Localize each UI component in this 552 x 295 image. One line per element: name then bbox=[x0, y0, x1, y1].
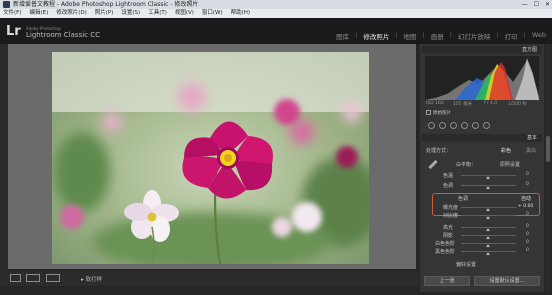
tint-value[interactable]: 0 bbox=[526, 182, 529, 187]
menu-develop[interactable]: 修改照片(D) bbox=[56, 9, 87, 18]
reset-defaults-button[interactable]: 设置默认设置... bbox=[474, 276, 540, 286]
menu-tools[interactable]: 工具(T) bbox=[148, 9, 167, 18]
menu-view[interactable]: 视图(V) bbox=[175, 9, 194, 18]
blacks-value[interactable]: 0 bbox=[526, 248, 529, 253]
red-eye-icon[interactable] bbox=[450, 122, 457, 129]
presence-label: 偏好设置 bbox=[456, 262, 477, 268]
module-slideshow[interactable]: 幻灯片放映 bbox=[458, 31, 491, 41]
title-bar: 新增爱普文教程 - Adobe Photoshop Lightroom Clas… bbox=[0, 0, 552, 9]
main-photo[interactable] bbox=[52, 52, 369, 264]
histogram bbox=[425, 56, 539, 100]
module-book[interactable]: 画册 bbox=[431, 31, 444, 41]
scrollbar-thumb[interactable] bbox=[546, 136, 550, 162]
original-photo-checkbox[interactable] bbox=[426, 110, 431, 115]
brush-tool-icon[interactable] bbox=[483, 122, 490, 129]
temp-slider-thumb[interactable] bbox=[486, 176, 490, 179]
histo-iso: ISO 160 bbox=[426, 101, 444, 106]
menu-edit[interactable]: 编辑(E) bbox=[29, 9, 48, 18]
before-after-icon[interactable] bbox=[26, 274, 40, 282]
loupe-view-icon[interactable] bbox=[10, 274, 21, 282]
histo-aperture: f / 4.0 bbox=[484, 101, 498, 106]
module-library[interactable]: 图库 bbox=[336, 31, 349, 41]
graduated-filter-icon[interactable] bbox=[461, 122, 468, 129]
app-icon bbox=[3, 1, 10, 8]
whites-value[interactable]: 0 bbox=[526, 240, 529, 245]
maximize-button[interactable]: ☐ bbox=[534, 0, 539, 9]
histo-shutter: 1/500 秒 bbox=[508, 102, 527, 107]
tone-label: 色调 bbox=[458, 196, 469, 202]
wb-value[interactable]: 原照设置 bbox=[500, 161, 520, 168]
flower-photo bbox=[52, 52, 369, 264]
module-separator: | bbox=[449, 31, 452, 39]
radial-filter-icon[interactable] bbox=[472, 122, 479, 129]
blacks-label: 黑色色阶 bbox=[435, 249, 456, 255]
exposure-label: 曝光度 bbox=[443, 205, 459, 211]
histogram-header[interactable]: 直方图 bbox=[422, 46, 542, 54]
histogram-graph bbox=[425, 58, 539, 100]
soft-proofing-toggle[interactable]: ▸ 软打样 bbox=[81, 275, 102, 283]
histogram-title: 直方图 bbox=[521, 47, 537, 53]
highlights-label: 高光 bbox=[443, 225, 454, 231]
previous-button[interactable]: 上一张 bbox=[424, 276, 470, 286]
close-button[interactable]: ✕ bbox=[545, 0, 550, 9]
tone-auto-button[interactable]: 自动 bbox=[521, 195, 531, 202]
lightroom-logo: Lr bbox=[6, 24, 21, 39]
contrast-slider-thumb[interactable] bbox=[486, 216, 490, 219]
tint-label: 色调 bbox=[443, 183, 454, 189]
module-picker: 图库 | 修改照片 | 地图 | 画册 | 幻灯片放映 | 打印 | Web bbox=[336, 31, 546, 41]
treatment-bw[interactable]: 黑白 bbox=[526, 147, 536, 154]
module-separator: | bbox=[523, 31, 526, 39]
blacks-slider-thumb[interactable] bbox=[486, 252, 490, 255]
original-photo-label: 原始照片 bbox=[433, 111, 451, 116]
module-map[interactable]: 地图 bbox=[404, 31, 417, 41]
temp-label: 色温 bbox=[443, 173, 454, 179]
wb-label: 白平衡： bbox=[456, 162, 477, 168]
menu-file[interactable]: 文件(F) bbox=[3, 9, 21, 18]
contrast-label: 对比度 bbox=[443, 213, 459, 219]
left-panel-collapsed[interactable] bbox=[0, 44, 8, 271]
exposure-value[interactable]: + 0.00 bbox=[518, 204, 533, 209]
minimize-button[interactable]: — bbox=[522, 0, 528, 9]
bottom-toolbar bbox=[0, 271, 419, 286]
whites-label: 白色色阶 bbox=[435, 241, 456, 247]
module-separator: | bbox=[395, 31, 398, 39]
treatment-color[interactable]: 彩色 bbox=[501, 147, 511, 154]
tool-strip bbox=[428, 122, 490, 129]
compare-icon[interactable] bbox=[46, 274, 60, 282]
module-separator: | bbox=[422, 31, 425, 39]
basic-header[interactable]: 基本 bbox=[422, 134, 542, 142]
menu-bar: 文件(F) 编辑(E) 修改照片(D) 照片(P) 设置(S) 工具(T) 视图… bbox=[0, 9, 552, 18]
shadows-slider-thumb[interactable] bbox=[486, 236, 490, 239]
shadows-label: 阴影 bbox=[443, 233, 454, 239]
module-print[interactable]: 打印 bbox=[505, 31, 518, 41]
tint-slider-thumb[interactable] bbox=[486, 186, 490, 189]
module-web[interactable]: Web bbox=[532, 31, 546, 41]
basic-title: 基本 bbox=[526, 135, 537, 141]
contrast-value[interactable]: 0 bbox=[526, 212, 529, 217]
shadows-value[interactable]: 0 bbox=[526, 232, 529, 237]
product-name: Lightroom Classic CC bbox=[26, 31, 101, 39]
right-panel-scrollbar[interactable] bbox=[545, 44, 551, 292]
spot-removal-icon[interactable] bbox=[439, 122, 446, 129]
module-develop[interactable]: 修改照片 bbox=[363, 31, 389, 41]
treatment-label: 处理方式： bbox=[426, 148, 452, 154]
module-separator: | bbox=[355, 31, 358, 39]
menu-window[interactable]: 窗口(W) bbox=[202, 9, 223, 18]
module-separator: | bbox=[496, 31, 499, 39]
highlights-value[interactable]: 0 bbox=[526, 224, 529, 229]
menu-photo[interactable]: 照片(P) bbox=[95, 9, 114, 18]
exposure-slider-thumb[interactable] bbox=[486, 208, 490, 211]
temp-value[interactable]: 0 bbox=[526, 172, 529, 177]
histo-focal: 105 毫米 bbox=[453, 102, 473, 107]
menu-settings[interactable]: 设置(S) bbox=[121, 9, 140, 18]
highlights-slider-thumb[interactable] bbox=[486, 228, 490, 231]
window-controls: — ☐ ✕ bbox=[522, 0, 550, 9]
crop-tool-icon[interactable] bbox=[428, 122, 435, 129]
menu-help[interactable]: 帮助(H) bbox=[231, 9, 250, 18]
window-title: 新增爱普文教程 - Adobe Photoshop Lightroom Clas… bbox=[13, 1, 199, 8]
whites-slider-thumb[interactable] bbox=[486, 244, 490, 247]
